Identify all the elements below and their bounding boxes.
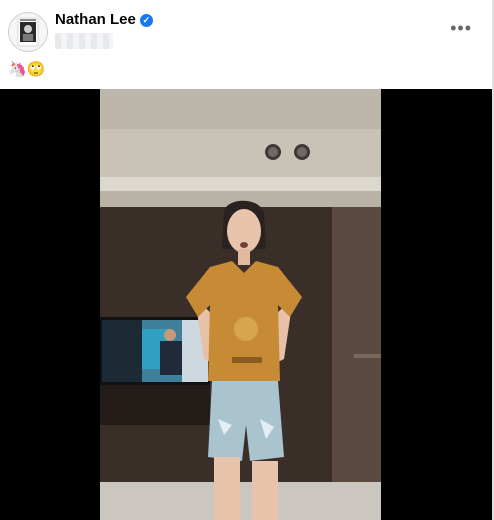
blurred-timestamp bbox=[55, 33, 113, 49]
author-avatar[interactable] bbox=[8, 12, 48, 52]
post-header: Nathan Lee ✓ ••• bbox=[8, 8, 484, 58]
author-name[interactable]: Nathan Lee bbox=[55, 11, 136, 28]
video-frame bbox=[100, 89, 381, 520]
video-player[interactable] bbox=[0, 89, 492, 520]
verified-badge-icon: ✓ bbox=[139, 14, 153, 27]
post-caption: 🦄🙄 bbox=[8, 61, 46, 78]
author-name-row[interactable]: Nathan Lee ✓ bbox=[55, 11, 153, 28]
post-card: Nathan Lee ✓ ••• 🦄🙄 bbox=[0, 0, 494, 520]
more-options-icon[interactable]: ••• bbox=[450, 18, 472, 39]
